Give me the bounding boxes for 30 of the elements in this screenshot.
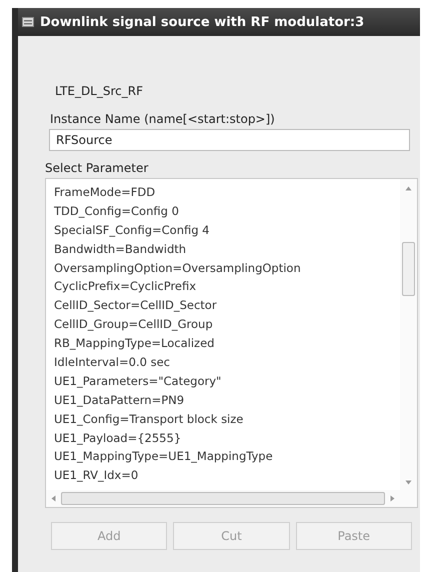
- vertical-scrollbar[interactable]: [400, 179, 417, 490]
- parameter-item[interactable]: FrameMode=FDD: [54, 183, 400, 202]
- parameter-item[interactable]: RB_MappingType=Localized: [54, 334, 400, 354]
- parameter-item[interactable]: Bandwidth=Bandwidth: [54, 240, 400, 259]
- scroll-thumb[interactable]: [61, 492, 385, 505]
- scroll-thumb[interactable]: [402, 242, 415, 296]
- scroll-right-icon[interactable]: [389, 495, 396, 502]
- parameter-item[interactable]: CyclicPrefix=CyclicPrefix: [54, 277, 400, 296]
- parameter-item[interactable]: UE1_MappingType=UE1_MappingType: [54, 447, 400, 466]
- parameter-item[interactable]: UE1_Payload={2555}: [54, 428, 400, 448]
- scroll-down-icon[interactable]: [405, 479, 412, 486]
- horizontal-scrollbar[interactable]: [46, 490, 400, 507]
- component-name: LTE_DL_Src_RF: [55, 84, 144, 98]
- window-title: Downlink signal source with RF modulator:3: [40, 14, 364, 30]
- parameter-item[interactable]: SpecialSF_Config=Config 4: [54, 220, 400, 240]
- scroll-up-icon[interactable]: [405, 185, 412, 192]
- parameter-item[interactable]: UE1_Config=Transport block size: [54, 410, 400, 429]
- parameter-item[interactable]: CellID_Sector=CellID_Sector: [54, 296, 400, 316]
- parameter-item[interactable]: UE1_RV_Idx=0: [54, 466, 400, 486]
- parameter-item[interactable]: OversamplingOption=OversamplingOption: [54, 258, 400, 278]
- select-parameter-label: Select Parameter: [45, 161, 150, 175]
- scroll-left-icon[interactable]: [50, 495, 57, 502]
- window-icon: [22, 16, 34, 28]
- parameter-item[interactable]: IdleInterval=0.0 sec: [54, 353, 400, 372]
- parameter-item[interactable]: CellID_Group=CellID_Group: [54, 315, 400, 334]
- instance-name-field[interactable]: RFSource: [49, 129, 410, 151]
- instance-name-label: Instance Name (name[<start:stop>]): [50, 112, 276, 126]
- parameter-item[interactable]: UE1_Parameters="Category": [54, 372, 400, 391]
- parameter-item[interactable]: UE1_DataPattern=PN9: [54, 390, 400, 410]
- parameter-item[interactable]: TDD_Config=Config 0: [54, 202, 400, 221]
